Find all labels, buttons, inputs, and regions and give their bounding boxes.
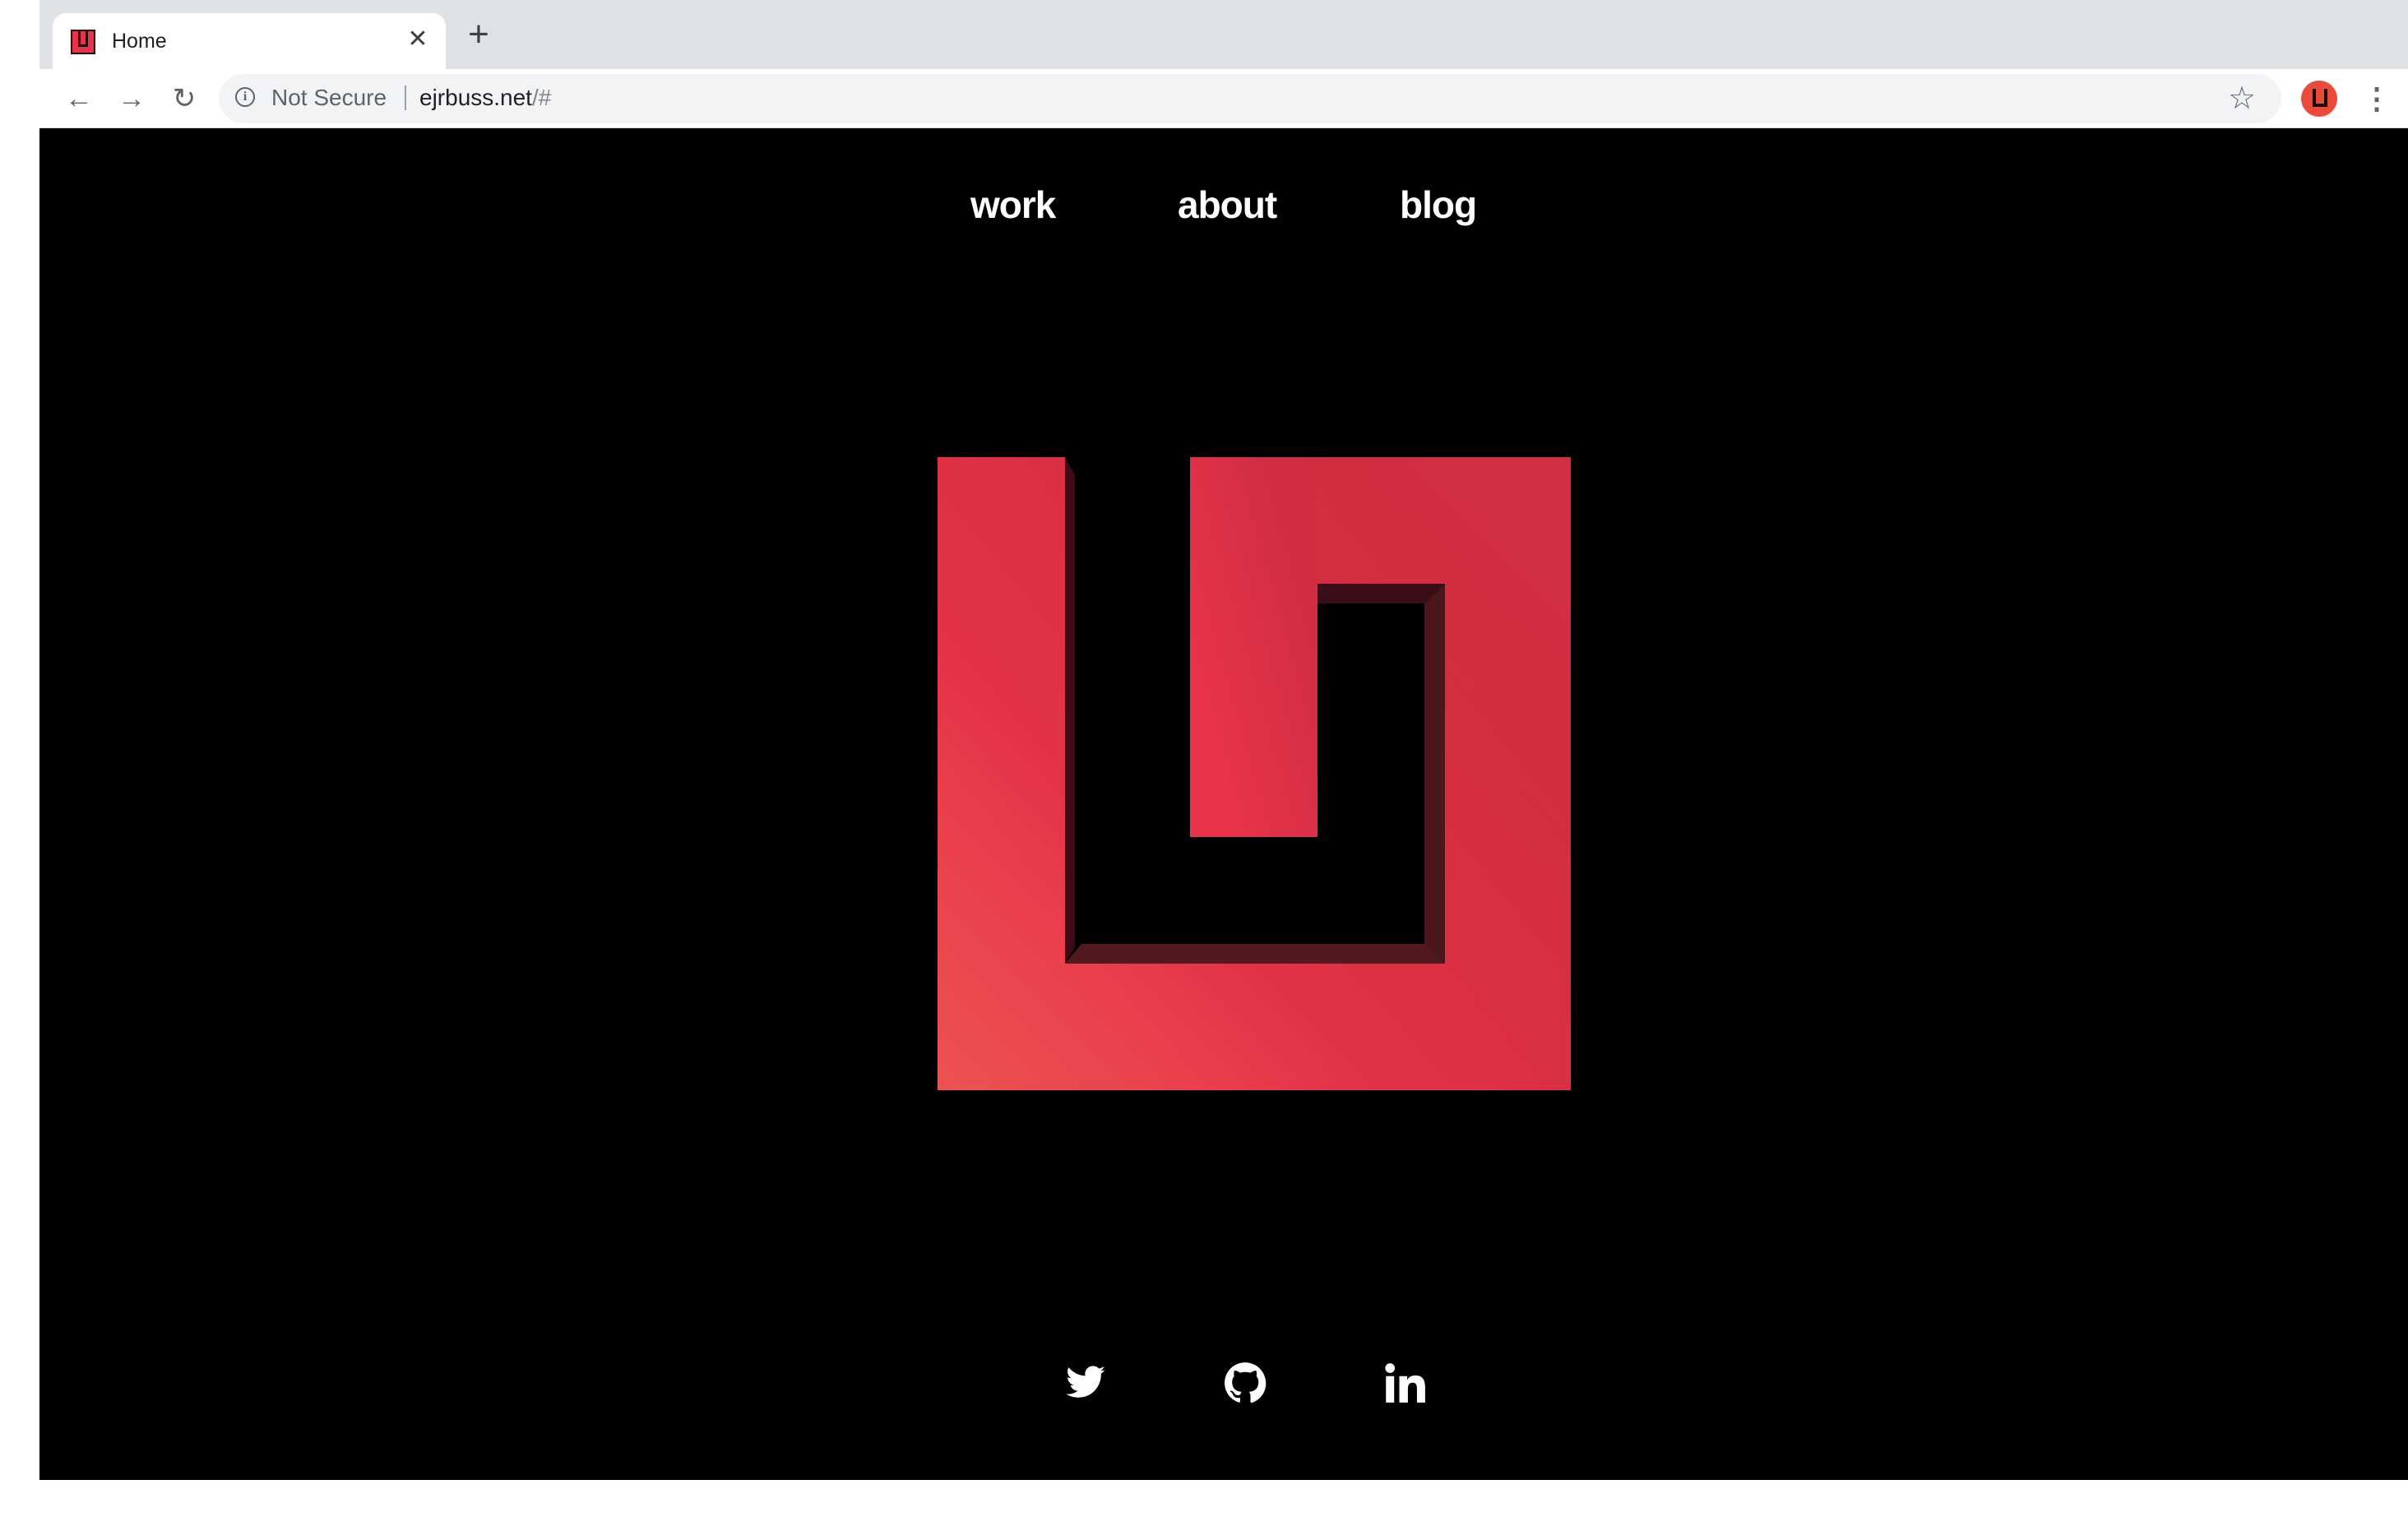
back-button[interactable]: ← xyxy=(61,81,97,117)
forward-button[interactable]: → xyxy=(113,81,150,117)
nav-link-blog[interactable]: blog xyxy=(1400,183,1477,227)
logo-left-wall xyxy=(1065,457,1075,964)
url-divider xyxy=(405,86,406,110)
url-host: ejrbuss.net xyxy=(419,85,532,110)
address-bar[interactable]: i Not Secure ejrbuss.net/# ☆ xyxy=(219,74,2281,123)
logo-bottom-wall xyxy=(1065,944,1445,964)
logo-right-wall xyxy=(1424,584,1445,964)
site-favicon-icon xyxy=(71,30,95,54)
url-text[interactable]: ejrbuss.net/# xyxy=(419,85,551,111)
tab-title: Home xyxy=(112,30,167,53)
nav-link-about[interactable]: about xyxy=(1178,183,1277,227)
new-tab-button[interactable]: + xyxy=(459,16,498,56)
bookmark-star-icon[interactable]: ☆ xyxy=(2224,81,2260,117)
github-icon[interactable] xyxy=(1224,1362,1267,1404)
tab-home[interactable]: Home ✕ xyxy=(53,13,446,69)
tab-strip: Home ✕ + xyxy=(39,0,2408,69)
page-viewport: work about blog xyxy=(39,128,2408,1480)
site-logo xyxy=(938,457,1571,1090)
url-path: /# xyxy=(531,85,552,110)
logo-top-wall xyxy=(1317,584,1445,603)
browser-toolbar: ← → ↻ i Not Secure ejrbuss.net/# ☆ ⋮ xyxy=(39,69,2408,128)
nav-link-work[interactable]: work xyxy=(970,183,1056,227)
reload-button[interactable]: ↻ xyxy=(166,81,202,117)
profile-avatar[interactable] xyxy=(2301,81,2337,117)
logo-inner-shade xyxy=(1190,457,1317,837)
close-tab-icon[interactable]: ✕ xyxy=(403,25,433,54)
site-nav: work about blog xyxy=(39,183,2408,240)
site-info-icon[interactable]: i xyxy=(235,87,255,107)
twitter-icon[interactable] xyxy=(1064,1362,1107,1404)
linkedin-icon[interactable] xyxy=(1383,1362,1426,1404)
browser-menu-icon[interactable]: ⋮ xyxy=(2359,81,2395,117)
security-status[interactable]: Not Secure xyxy=(271,85,387,111)
